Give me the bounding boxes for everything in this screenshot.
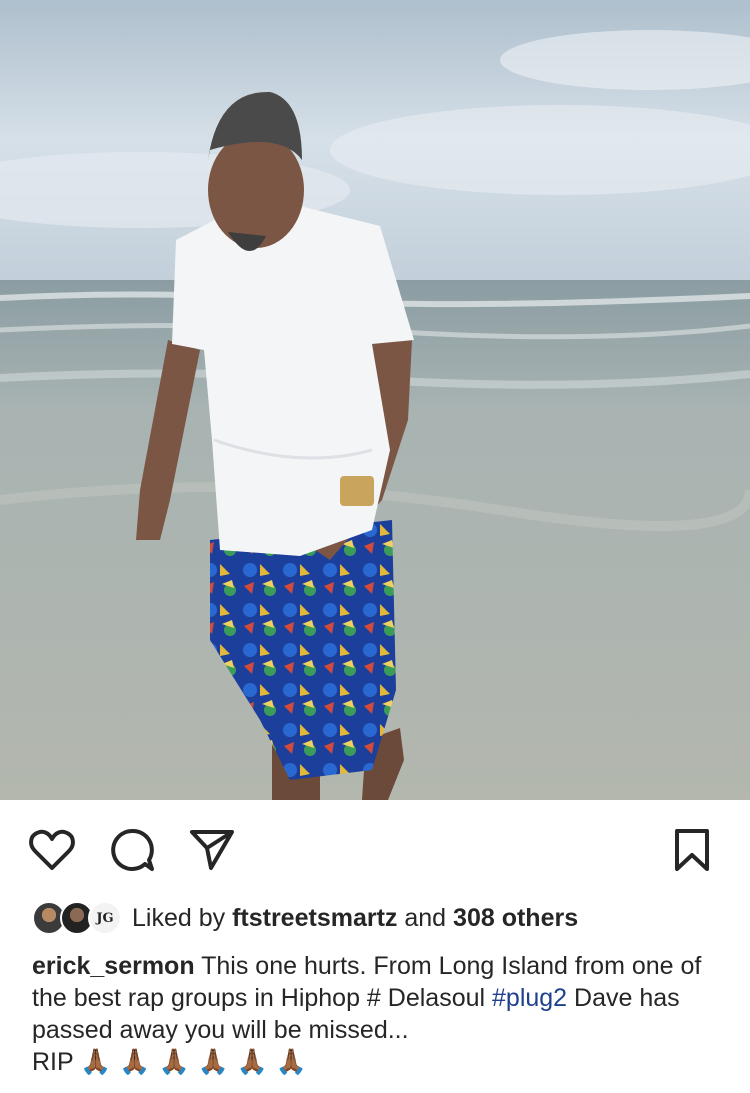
caption-rip: RIP	[32, 1048, 74, 1076]
like-button[interactable]	[28, 826, 76, 874]
heart-icon	[29, 829, 75, 870]
likes-middle: and	[404, 903, 447, 932]
caption: erick_sermon This one hurts. From Long I…	[32, 950, 722, 1078]
prayer-hands-icon: 🙏🏾🙏🏾🙏🏾🙏🏾🙏🏾🙏🏾	[80, 1048, 315, 1076]
action-bar	[0, 800, 750, 896]
share-button[interactable]	[188, 826, 236, 874]
liker-avatars[interactable]: JG	[32, 900, 124, 936]
save-button[interactable]	[668, 826, 716, 874]
beach-photo	[0, 0, 750, 800]
avatar-badge-text: JG	[96, 910, 114, 926]
likes-row: JG Liked by ftstreetsmartz and 308 other…	[32, 898, 578, 938]
likes-prefix: Liked by	[132, 903, 226, 932]
comment-icon	[111, 829, 154, 871]
hashtag-link[interactable]: #plug2	[492, 984, 567, 1012]
send-icon	[190, 830, 234, 870]
caption-username[interactable]: erick_sermon	[32, 952, 195, 980]
avatar[interactable]: JG	[88, 901, 122, 935]
liker-username[interactable]: ftstreetsmartz	[232, 904, 397, 932]
comment-button[interactable]	[108, 826, 156, 874]
bookmark-icon	[675, 829, 709, 871]
likes-count[interactable]: 308 others	[453, 904, 578, 932]
post-image[interactable]	[0, 0, 750, 800]
likes-text: Liked by ftstreetsmartz and 308 others	[132, 904, 578, 933]
